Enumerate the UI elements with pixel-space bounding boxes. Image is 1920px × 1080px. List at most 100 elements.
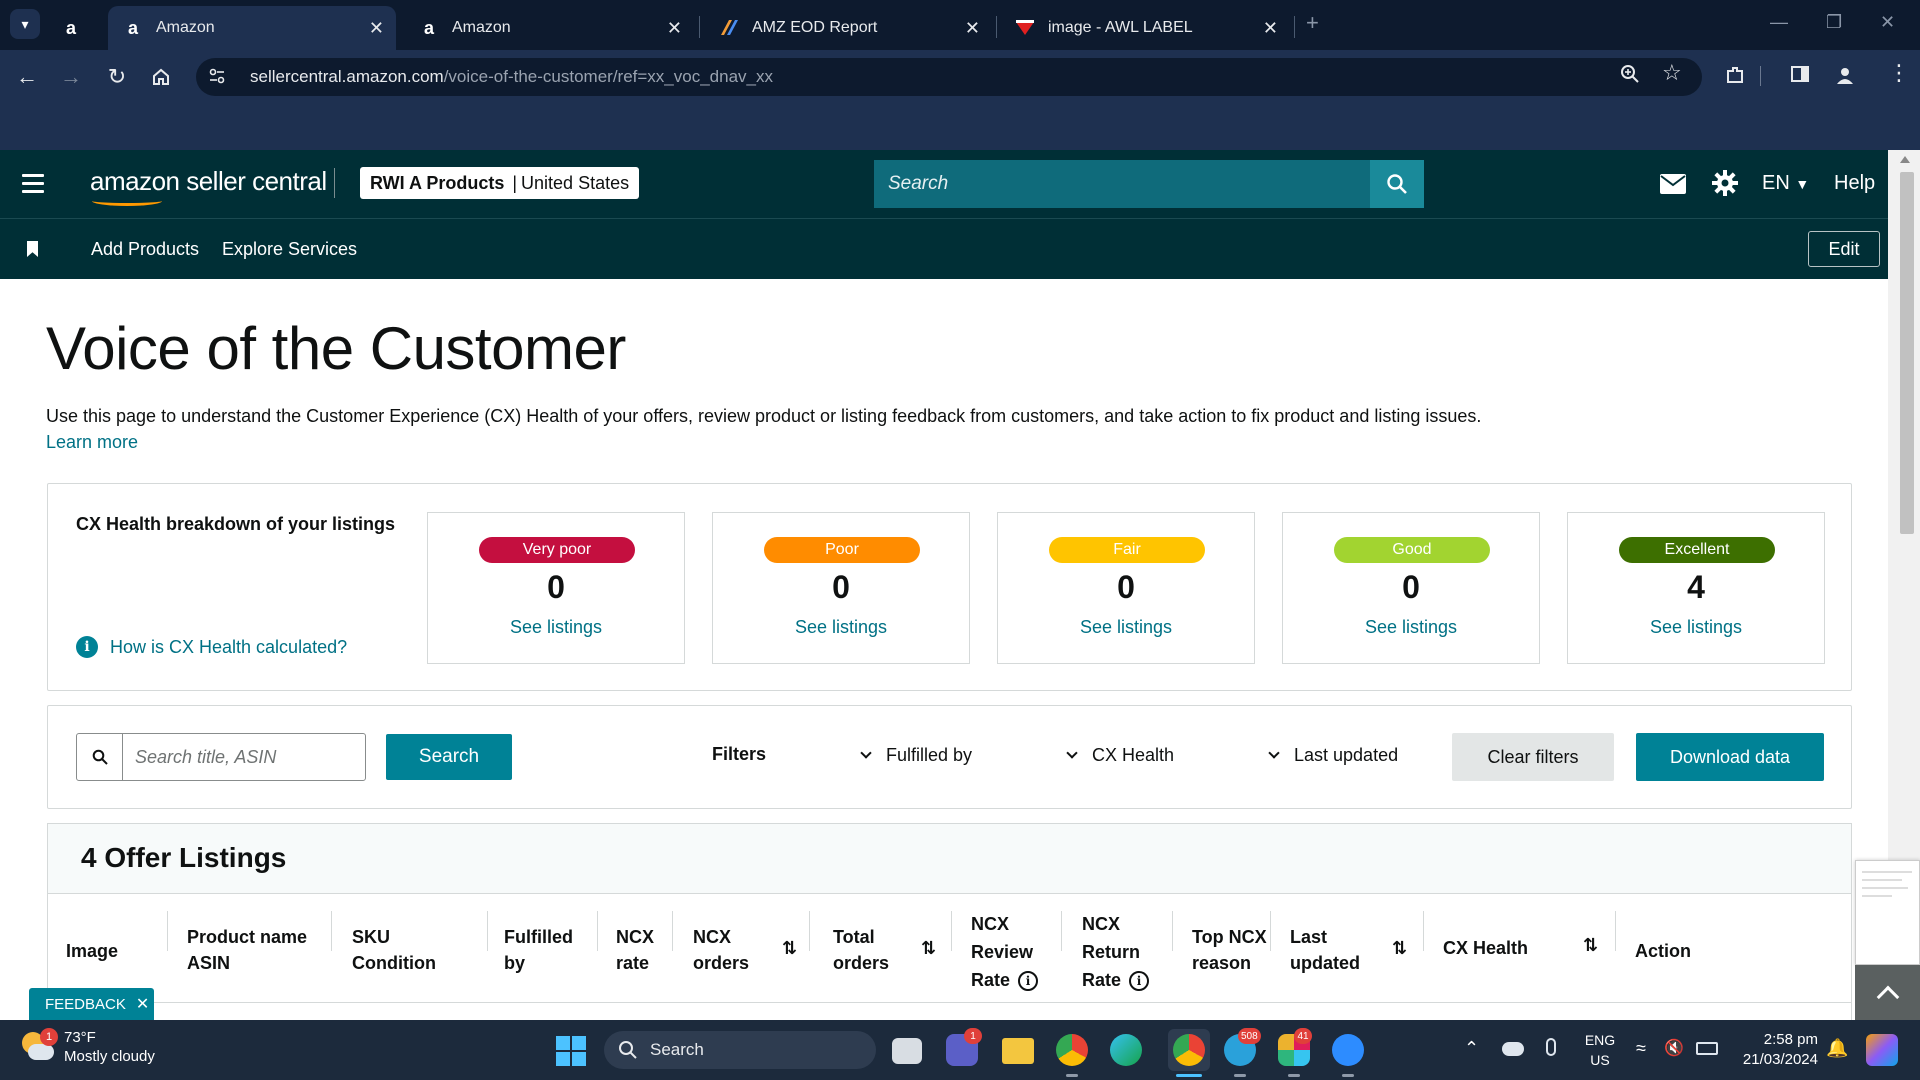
header-search-input[interactable] — [874, 160, 1370, 208]
see-listings-excellent[interactable]: See listings — [1568, 617, 1824, 638]
zoom-icon[interactable] — [1332, 1034, 1364, 1066]
col-header-text: Review — [971, 942, 1034, 962]
language-label: EN — [1762, 172, 1790, 194]
scrollbar-thumb[interactable] — [1900, 172, 1914, 534]
learn-more-link[interactable]: Learn more — [46, 432, 138, 453]
sort-arrows-icon[interactable]: ⇅ — [1583, 935, 1598, 956]
copilot-icon[interactable] — [1866, 1034, 1898, 1066]
weather-widget[interactable]: 1 73°F Mostly cloudy — [20, 1028, 155, 1066]
profile-icon[interactable] — [1834, 64, 1856, 92]
sort-arrows-icon[interactable]: ⇅ — [1392, 938, 1407, 959]
tab-amazon-active[interactable]: a Amazon ✕ — [108, 6, 396, 50]
file-explorer-icon[interactable] — [1002, 1038, 1034, 1064]
new-tab-button[interactable]: + — [1306, 10, 1319, 36]
listing-search-button[interactable]: Search — [386, 734, 512, 780]
reload-icon[interactable]: ↻ — [102, 62, 132, 92]
caret-down-icon: ▼ — [1795, 176, 1810, 192]
close-icon[interactable]: ✕ — [667, 18, 682, 39]
menu-dots-icon[interactable]: ⋮ — [1888, 60, 1910, 86]
sort-arrows-icon[interactable]: ⇅ — [782, 938, 797, 959]
scroll-up-arrow-icon[interactable] — [1900, 156, 1910, 163]
site-settings-icon[interactable] — [208, 67, 232, 88]
amazon-seller-central-logo[interactable]: amazon seller central — [90, 166, 327, 206]
fulfilled-by-dropdown[interactable]: Fulfilled by — [860, 745, 972, 766]
close-window-icon[interactable]: ✕ — [1880, 12, 1895, 33]
tab-image-awl-label[interactable]: image - AWL LABEL ✕ — [1000, 6, 1290, 50]
back-to-top-button[interactable] — [1855, 965, 1920, 1020]
see-listings-fair[interactable]: See listings — [998, 617, 1254, 638]
floating-preview-thumbnail[interactable] — [1855, 860, 1920, 965]
task-view-icon[interactable] — [892, 1038, 922, 1064]
edit-nav-button[interactable]: Edit — [1808, 231, 1880, 267]
sort-arrows-icon[interactable]: ⇅ — [921, 938, 936, 959]
info-icon[interactable]: i — [1129, 971, 1150, 992]
tab-amz-eod-report[interactable]: AMZ EOD Report ✕ — [704, 6, 992, 50]
onedrive-cloud-icon[interactable] — [1502, 1042, 1524, 1056]
home-icon[interactable] — [146, 62, 176, 92]
mail-icon[interactable] — [1660, 174, 1686, 199]
column-divider — [951, 911, 952, 951]
bookmark-icon[interactable] — [27, 241, 38, 257]
chrome-icon[interactable] — [1173, 1034, 1205, 1066]
col-header-text: reason — [1192, 953, 1252, 973]
cx-health-calculation-link[interactable]: i How is CX Health calculated? — [76, 636, 347, 658]
feedback-button[interactable]: FEEDBACK ✕ — [29, 988, 154, 1020]
col-header-last-updated[interactable]: Last updated — [1290, 924, 1360, 976]
notification-bell-icon[interactable]: 🔔 — [1826, 1038, 1848, 1059]
settings-gear-icon[interactable] — [1712, 170, 1738, 201]
listing-search — [76, 733, 366, 781]
windows-start-icon[interactable] — [556, 1036, 586, 1066]
col-header-ncx-orders[interactable]: NCX orders — [693, 924, 749, 976]
see-listings-good[interactable]: See listings — [1283, 617, 1539, 638]
help-link[interactable]: Help — [1834, 172, 1875, 195]
listing-search-input[interactable] — [123, 734, 363, 780]
see-listings-poor[interactable]: See listings — [713, 617, 969, 638]
wifi-icon[interactable]: ≈ — [1636, 1038, 1646, 1059]
zoom-icon[interactable] — [1620, 64, 1640, 90]
page-description: Use this page to understand the Customer… — [46, 406, 1482, 426]
forward-arrow-icon[interactable]: → — [56, 62, 86, 92]
nav-explore-services[interactable]: Explore Services — [222, 239, 357, 260]
search-icon — [77, 734, 123, 780]
volume-muted-icon[interactable]: 🔇 — [1664, 1038, 1684, 1058]
extensions-icon[interactable] — [1724, 64, 1746, 92]
close-icon[interactable]: ✕ — [965, 18, 980, 39]
last-updated-dropdown[interactable]: Last updated — [1268, 745, 1398, 766]
see-listings-very-poor[interactable]: See listings — [428, 617, 684, 638]
bookmark-star-icon[interactable]: ☆ — [1662, 60, 1682, 86]
battery-icon[interactable] — [1696, 1042, 1718, 1055]
microphone-icon[interactable] — [1546, 1038, 1556, 1056]
chrome-icon[interactable] — [1056, 1034, 1088, 1066]
input-language[interactable]: ENG US — [1582, 1030, 1618, 1070]
side-panel-icon[interactable] — [1790, 64, 1810, 90]
clear-filters-button[interactable]: Clear filters — [1452, 733, 1614, 781]
tab-amazon[interactable]: a Amazon ✕ — [404, 6, 694, 50]
restore-icon[interactable]: ❐ — [1826, 12, 1842, 33]
tab-title: image - AWL LABEL — [1048, 19, 1193, 36]
address-bar[interactable]: sellercentral.amazon.com/voice-of-the-cu… — [196, 58, 1702, 96]
nav-add-products[interactable]: Add Products — [91, 239, 199, 260]
close-icon[interactable]: ✕ — [1263, 18, 1278, 39]
col-header-total-orders[interactable]: Total orders — [833, 924, 889, 976]
minimize-icon[interactable]: — — [1770, 12, 1788, 33]
account-switcher[interactable]: RWI A Products | United States — [360, 167, 640, 199]
back-arrow-icon[interactable]: ← — [12, 62, 42, 92]
header-search-button[interactable] — [1370, 160, 1424, 208]
download-data-button[interactable]: Download data — [1636, 733, 1824, 781]
system-clock[interactable]: 2:58 pm 21/03/2024 — [1722, 1030, 1818, 1070]
info-icon[interactable]: i — [1018, 971, 1039, 992]
language-selector[interactable]: EN ▼ — [1762, 172, 1809, 195]
edge-icon[interactable] — [1110, 1034, 1142, 1066]
tab-search-button[interactable]: ▾ — [10, 9, 40, 39]
close-icon[interactable]: ✕ — [369, 18, 384, 39]
close-icon[interactable]: ✕ — [136, 994, 149, 1014]
tab-pinned-amazon[interactable]: a — [52, 6, 96, 50]
taskbar-search[interactable]: Search — [604, 1031, 876, 1069]
offer-listings-title: 4 Offer Listings — [81, 842, 287, 873]
amazon-icon: a — [66, 17, 77, 38]
cx-health-dropdown[interactable]: CX Health — [1066, 745, 1174, 766]
col-header-cx-health[interactable]: CX Health — [1443, 935, 1528, 961]
hamburger-menu-icon[interactable] — [22, 174, 44, 198]
browser-toolbar: ← → ↻ sellercentral.amazon.com/voice-of-… — [0, 50, 1920, 102]
tray-overflow-chevron-icon[interactable]: ⌃ — [1464, 1038, 1479, 1059]
